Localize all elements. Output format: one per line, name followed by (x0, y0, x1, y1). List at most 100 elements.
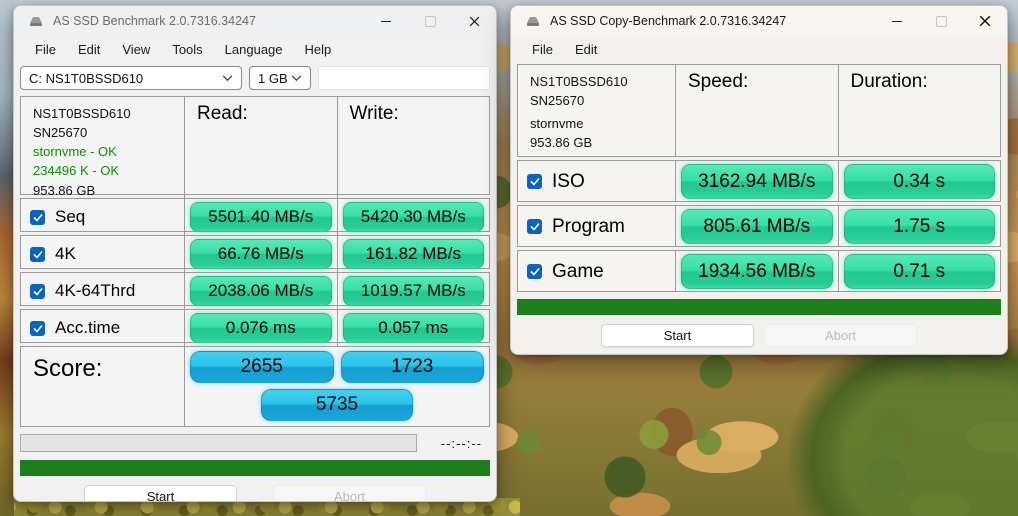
table-row-acctime: Acc.time 0.076 ms 0.057 ms (20, 309, 490, 343)
seq-write-result: 5420.30 MB/s (343, 202, 485, 232)
seq-read-result: 5501.40 MB/s (190, 202, 332, 232)
start-button[interactable]: Start (601, 324, 754, 347)
4k-checkbox[interactable] (30, 247, 45, 262)
iso-checkbox[interactable] (527, 174, 542, 189)
acctime-checkbox[interactable] (30, 321, 45, 336)
menu-edit[interactable]: Edit (564, 39, 608, 60)
score-row: Score: 2655 1723 5735 (20, 346, 490, 427)
drive-serial: SN25670 (530, 91, 675, 110)
menu-bar: File Edit View Tools Language Help (14, 36, 496, 64)
drive-info: NS1T0BSSD610 SN25670 stornvme 953.86 GB (518, 65, 675, 156)
4k-read-result: 66.76 MB/s (190, 239, 332, 269)
status-bar (517, 299, 1001, 315)
total-score: 5735 (261, 389, 413, 421)
table-row-game: Game 1934.56 MB/s 0.71 s (517, 250, 1001, 292)
close-icon[interactable] (963, 6, 1007, 36)
table-row-program: Program 805.61 MB/s 1.75 s (517, 205, 1001, 247)
acctime-write-result: 0.057 ms (343, 313, 485, 343)
4k64-checkbox[interactable] (30, 284, 45, 299)
close-icon[interactable] (452, 6, 496, 36)
menu-edit[interactable]: Edit (67, 39, 111, 60)
drive-info: NS1T0BSSD610 SN25670 stornvme - OK 23449… (21, 97, 184, 200)
checkmark-icon (33, 324, 43, 333)
acctime-read-result: 0.076 ms (190, 313, 332, 343)
abort-button[interactable]: Abort (273, 485, 426, 502)
seq-checkbox[interactable] (30, 210, 45, 225)
table-row-iso: ISO 3162.94 MB/s 0.34 s (517, 160, 1001, 202)
maximize-icon[interactable] (919, 6, 963, 36)
drive-select-value: C: NS1T0BSSD610 (29, 71, 143, 86)
menu-tools[interactable]: Tools (161, 39, 213, 60)
read-score: 2655 (190, 351, 334, 383)
duration-column-header: Duration: (838, 65, 1001, 156)
program-checkbox[interactable] (527, 219, 542, 234)
table-row-4k64: 4K-64Thrd 2038.06 MB/s 1019.57 MB/s (20, 272, 490, 306)
background-sky-mountain (0, 0, 14, 516)
row-label: Game (552, 261, 604, 283)
checkmark-icon (530, 222, 540, 231)
drive-info-row: NS1T0BSSD610 SN25670 stornvme - OK 23449… (20, 96, 490, 195)
row-label: ISO (552, 171, 585, 193)
table-row-seq: Seq 5501.40 MB/s 5420.30 MB/s (20, 198, 490, 232)
maximize-icon[interactable] (408, 6, 452, 36)
row-label: Program (552, 216, 625, 238)
checkmark-icon (33, 213, 43, 222)
menu-bar: File Edit (511, 36, 1007, 64)
start-button[interactable]: Start (84, 485, 237, 502)
checkmark-icon (33, 250, 43, 259)
row-label: Seq (55, 207, 85, 227)
menu-help[interactable]: Help (294, 39, 343, 60)
progress-bar (20, 434, 417, 452)
checkmark-icon (530, 267, 540, 276)
window-title: AS SSD Benchmark 2.0.7316.34247 (53, 14, 256, 28)
row-label: 4K (55, 244, 76, 264)
checkmark-icon (33, 287, 43, 296)
abort-button[interactable]: Abort (764, 324, 917, 347)
read-column-header: Read: (184, 97, 337, 200)
program-duration-result: 1.75 s (844, 209, 996, 244)
titlebar[interactable]: AS SSD Benchmark 2.0.7316.34247 (14, 6, 496, 36)
chevron-down-icon (222, 74, 233, 82)
chevron-down-icon (291, 74, 302, 82)
checkmark-icon (530, 177, 540, 186)
drive-name: NS1T0BSSD610 (33, 104, 184, 123)
write-score: 1723 (341, 351, 485, 383)
benchmark-window: AS SSD Benchmark 2.0.7316.34247 File Edi… (13, 5, 497, 502)
4k64-write-result: 1019.57 MB/s (343, 276, 485, 306)
drive-capacity: 953.86 GB (530, 133, 675, 152)
drive-info-row: NS1T0BSSD610 SN25670 stornvme 953.86 GB … (517, 64, 1001, 157)
menu-file[interactable]: File (24, 39, 67, 60)
menu-language[interactable]: Language (214, 39, 294, 60)
row-label: Acc.time (55, 318, 120, 338)
speed-column-header: Speed: (675, 65, 838, 156)
menu-view[interactable]: View (111, 39, 161, 60)
drive-name: NS1T0BSSD610 (530, 72, 675, 91)
app-icon (525, 13, 541, 29)
iso-duration-result: 0.34 s (844, 164, 996, 199)
driver-status: stornvme - OK (33, 142, 184, 161)
menu-file[interactable]: File (521, 39, 564, 60)
app-icon (28, 13, 44, 29)
game-checkbox[interactable] (527, 264, 542, 279)
driver-name: stornvme (530, 114, 675, 133)
drive-select[interactable]: C: NS1T0BSSD610 (20, 66, 242, 90)
game-speed-result: 1934.56 MB/s (681, 254, 833, 289)
copy-benchmark-window: AS SSD Copy-Benchmark 2.0.7316.34247 Fil… (510, 5, 1008, 355)
4k-write-result: 161.82 MB/s (343, 239, 485, 269)
minimize-icon[interactable] (364, 6, 408, 36)
test-size-select[interactable]: 1 GB (249, 66, 311, 90)
program-speed-result: 805.61 MB/s (681, 209, 833, 244)
test-size-value: 1 GB (258, 71, 288, 86)
alignment-status: 234496 K - OK (33, 161, 184, 180)
table-row-4k: 4K 66.76 MB/s 161.82 MB/s (20, 235, 490, 269)
game-duration-result: 0.71 s (844, 254, 996, 289)
titlebar[interactable]: AS SSD Copy-Benchmark 2.0.7316.34247 (511, 6, 1007, 36)
iso-speed-result: 3162.94 MB/s (681, 164, 833, 199)
elapsed-time: --:--:-- (441, 436, 482, 451)
window-title: AS SSD Copy-Benchmark 2.0.7316.34247 (550, 14, 786, 28)
score-label: Score: (21, 347, 184, 426)
status-text-box (318, 66, 490, 90)
minimize-icon[interactable] (875, 6, 919, 36)
status-bar (20, 460, 490, 476)
4k64-read-result: 2038.06 MB/s (190, 276, 332, 306)
